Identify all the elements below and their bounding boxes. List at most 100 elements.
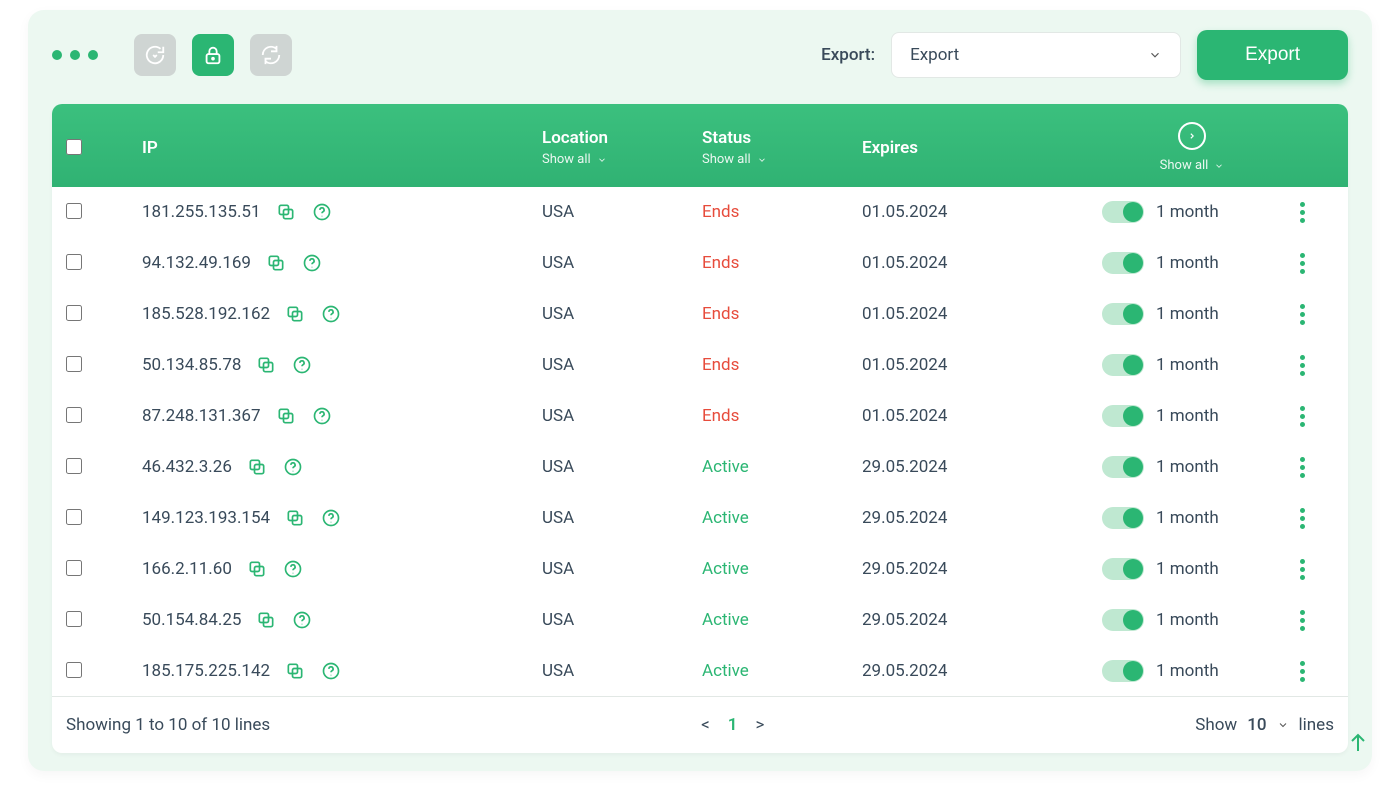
cell-expires: 29.05.2024 <box>862 559 1102 579</box>
lock-button[interactable] <box>192 34 234 76</box>
table-row: 149.123.193.154 USA Active 29.05.2024 1 … <box>52 493 1348 544</box>
help-ip-button[interactable] <box>301 252 323 274</box>
export-select[interactable]: Export <box>891 32 1181 78</box>
cell-status: Active <box>702 457 862 477</box>
auto-renew-toggle[interactable] <box>1102 354 1144 376</box>
row-checkbox[interactable] <box>66 509 82 525</box>
cell-actions <box>1282 508 1322 529</box>
chevron-down-icon <box>597 155 607 165</box>
auto-renew-toggle[interactable] <box>1102 405 1144 427</box>
auto-renew-toggle[interactable] <box>1102 252 1144 274</box>
app-window: Export: Export Export IP Location Show a… <box>28 10 1372 771</box>
export-button[interactable]: Export <box>1197 30 1348 80</box>
row-menu-button[interactable] <box>1282 304 1322 325</box>
cell-location: USA <box>542 355 702 375</box>
table-footer: Showing 1 to 10 of 10 lines < 1 > Show 1… <box>52 696 1348 753</box>
row-checkbox[interactable] <box>66 254 82 270</box>
cell-status: Active <box>702 508 862 528</box>
auto-renew-toggle[interactable] <box>1102 660 1144 682</box>
select-all-checkbox[interactable] <box>66 139 82 155</box>
cell-status: Active <box>702 610 862 630</box>
th-location-filter[interactable]: Show all <box>542 152 702 167</box>
row-checkbox[interactable] <box>66 662 82 678</box>
th-renew-filter[interactable]: Show all <box>1160 158 1225 173</box>
row-menu-button[interactable] <box>1282 406 1322 427</box>
cell-ip: 50.154.84.25 <box>142 609 542 631</box>
help-ip-button[interactable] <box>311 405 333 427</box>
cell-location: USA <box>542 610 702 630</box>
ip-text: 46.432.3.26 <box>142 457 232 477</box>
row-menu-button[interactable] <box>1282 457 1322 478</box>
question-icon <box>292 610 312 630</box>
refresh-power-button[interactable] <box>134 34 176 76</box>
table-row: 94.132.49.169 USA Ends 01.05.2024 1 mont… <box>52 238 1348 289</box>
pager-next[interactable]: > <box>755 715 764 735</box>
th-status: Status Show all <box>702 128 862 167</box>
row-menu-button[interactable] <box>1282 610 1322 631</box>
copy-ip-button[interactable] <box>284 660 306 682</box>
copy-ip-button[interactable] <box>255 354 277 376</box>
help-ip-button[interactable] <box>311 201 333 223</box>
copy-ip-button[interactable] <box>284 507 306 529</box>
copy-ip-button[interactable] <box>246 456 268 478</box>
row-checkbox[interactable] <box>66 458 82 474</box>
cell-location: USA <box>542 457 702 477</box>
copy-ip-button[interactable] <box>265 252 287 274</box>
help-ip-button[interactable] <box>282 456 304 478</box>
auto-renew-toggle[interactable] <box>1102 507 1144 529</box>
ip-text: 181.255.135.51 <box>142 202 261 222</box>
row-checkbox-cell <box>62 200 142 224</box>
chevron-down-icon[interactable] <box>1277 719 1289 731</box>
cell-ip: 46.432.3.26 <box>142 456 542 478</box>
row-checkbox[interactable] <box>66 356 82 372</box>
cell-renew: 1 month <box>1102 456 1282 478</box>
page-size-lines: lines <box>1299 715 1334 735</box>
help-ip-button[interactable] <box>320 507 342 529</box>
row-checkbox[interactable] <box>66 407 82 423</box>
row-checkbox[interactable] <box>66 560 82 576</box>
copy-ip-button[interactable] <box>284 303 306 325</box>
help-ip-button[interactable] <box>320 660 342 682</box>
cell-expires: 01.05.2024 <box>862 406 1102 426</box>
copy-ip-button[interactable] <box>275 201 297 223</box>
row-menu-button[interactable] <box>1282 355 1322 376</box>
help-ip-button[interactable] <box>291 609 313 631</box>
row-checkbox[interactable] <box>66 305 82 321</box>
scroll-top-button[interactable] <box>1340 725 1376 761</box>
pager-prev[interactable]: < <box>701 715 710 735</box>
auto-renew-toggle[interactable] <box>1102 303 1144 325</box>
cell-actions <box>1282 610 1322 631</box>
question-icon <box>321 508 341 528</box>
copy-ip-button[interactable] <box>255 609 277 631</box>
auto-renew-toggle[interactable] <box>1102 201 1144 223</box>
table-row: 50.134.85.78 USA Ends 01.05.2024 1 month <box>52 340 1348 391</box>
copy-icon <box>276 406 296 426</box>
window-dot <box>52 50 62 60</box>
cell-expires: 01.05.2024 <box>862 304 1102 324</box>
help-ip-button[interactable] <box>320 303 342 325</box>
copy-ip-button[interactable] <box>246 558 268 580</box>
row-menu-button[interactable] <box>1282 508 1322 529</box>
cell-renew: 1 month <box>1102 558 1282 580</box>
page-size-value[interactable]: 10 <box>1247 715 1266 735</box>
auto-renew-toggle[interactable] <box>1102 558 1144 580</box>
row-checkbox[interactable] <box>66 203 82 219</box>
th-status-filter[interactable]: Show all <box>702 152 862 167</box>
pager-current[interactable]: 1 <box>728 715 738 735</box>
row-menu-button[interactable] <box>1282 253 1322 274</box>
table-row: 185.528.192.162 USA Ends 01.05.2024 1 mo… <box>52 289 1348 340</box>
row-menu-button[interactable] <box>1282 559 1322 580</box>
auto-renew-toggle[interactable] <box>1102 609 1144 631</box>
question-icon <box>283 457 303 477</box>
copy-ip-button[interactable] <box>275 405 297 427</box>
help-ip-button[interactable] <box>282 558 304 580</box>
row-checkbox[interactable] <box>66 611 82 627</box>
help-ip-button[interactable] <box>291 354 313 376</box>
question-icon <box>283 559 303 579</box>
sync-button[interactable] <box>250 34 292 76</box>
auto-renew-toggle[interactable] <box>1102 456 1144 478</box>
cell-expires: 29.05.2024 <box>862 457 1102 477</box>
row-menu-button[interactable] <box>1282 202 1322 223</box>
row-menu-button[interactable] <box>1282 661 1322 682</box>
auto-renew-icon <box>1178 122 1206 150</box>
